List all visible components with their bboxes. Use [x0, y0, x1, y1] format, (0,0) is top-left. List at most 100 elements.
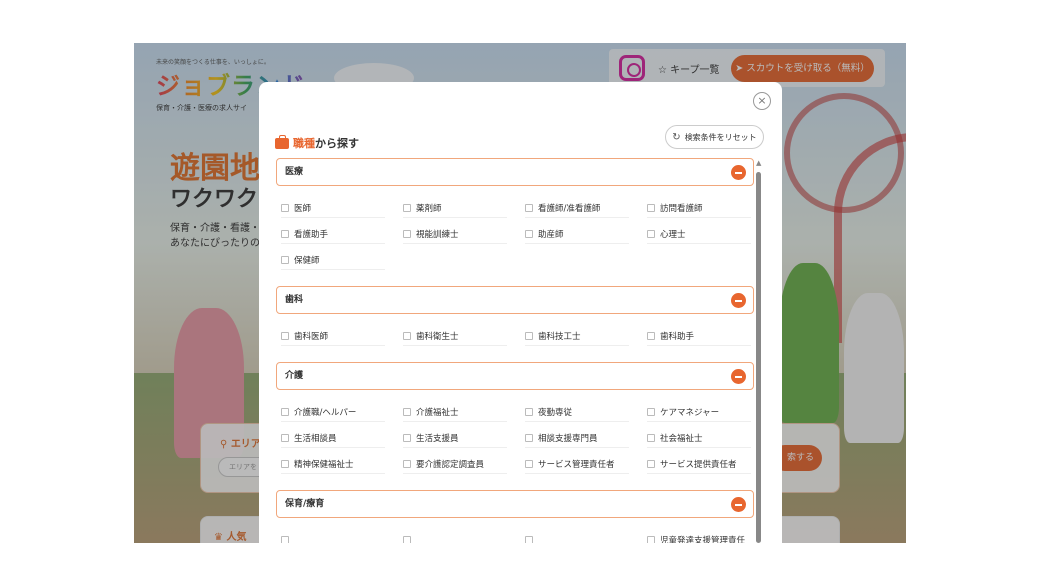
job-option-label: 介護職/ヘルパー	[294, 407, 357, 418]
checkbox[interactable]	[525, 535, 533, 543]
reset-button[interactable]: ↻ 検索条件をリセット	[665, 125, 764, 149]
modal-title: 職種から探す	[275, 134, 359, 151]
job-option-label: 夜勤専従	[538, 407, 573, 418]
job-option[interactable]: 介護福祉士	[403, 402, 507, 422]
job-option-label: サービス提供責任者	[660, 459, 737, 470]
job-option-label: 看護助手	[294, 229, 329, 240]
minus-icon[interactable]	[731, 497, 746, 512]
checkbox[interactable]	[281, 535, 289, 543]
checkbox[interactable]	[525, 459, 533, 468]
checkbox[interactable]	[525, 229, 533, 238]
section-header[interactable]: 医療	[276, 158, 754, 186]
job-option[interactable]	[525, 530, 629, 543]
checkbox[interactable]	[647, 535, 655, 543]
category-list: 医療医師 薬剤師 看護師/准看護師 訪問看護師看護助手 視能訓練士 助産師 心理士保健師歯科…	[259, 158, 782, 543]
modal-title-rest: から探す	[315, 137, 359, 150]
job-option-label: 精神保健福祉士	[294, 459, 354, 470]
job-option-label: 薬剤師	[416, 203, 442, 214]
checkbox[interactable]	[525, 407, 533, 416]
job-option[interactable]: 保健師	[281, 250, 385, 270]
section-header[interactable]: 歯科	[276, 286, 754, 314]
job-option[interactable]	[403, 530, 507, 543]
job-option-label: 社会福祉士	[660, 433, 703, 444]
checkbox[interactable]	[647, 331, 655, 340]
job-option[interactable]	[281, 530, 385, 543]
job-option-label: 医師	[294, 203, 312, 214]
checkbox[interactable]	[525, 433, 533, 442]
minus-icon[interactable]	[731, 293, 746, 308]
job-type-modal: × 職種から探す ↻ 検索条件をリセット 医療医師 薬剤師 看護師/准看護師 訪問看護…	[259, 82, 782, 543]
job-option-label: 歯科助手	[660, 331, 695, 342]
checkbox[interactable]	[647, 229, 655, 238]
checkbox[interactable]	[525, 203, 533, 212]
job-option[interactable]: 歯科助手	[647, 326, 751, 346]
job-option[interactable]: 歯科衛生士	[403, 326, 507, 346]
checkbox[interactable]	[281, 407, 289, 416]
checkbox[interactable]	[403, 203, 411, 212]
checkbox[interactable]	[647, 433, 655, 442]
checkbox[interactable]	[403, 535, 411, 543]
job-option[interactable]: 介護職/ヘルパー	[281, 402, 385, 422]
job-option[interactable]: 要介護認定調査員	[403, 454, 507, 474]
scrollbar-thumb[interactable]	[756, 172, 761, 543]
checkbox[interactable]	[403, 331, 411, 340]
checkbox[interactable]	[403, 433, 411, 442]
close-icon[interactable]: ×	[753, 92, 771, 110]
reset-button-label: 検索条件をリセット	[684, 132, 757, 142]
job-option[interactable]: 助産師	[525, 224, 629, 244]
checkbox[interactable]	[647, 407, 655, 416]
job-option[interactable]: 心理士	[647, 224, 751, 244]
job-option-label: ケアマネジャー	[660, 407, 720, 418]
job-option[interactable]: 社会福祉士	[647, 428, 751, 448]
checkbox[interactable]	[403, 459, 411, 468]
section-header[interactable]: 保育/療育	[276, 490, 754, 518]
job-option[interactable]: サービス管理責任者	[525, 454, 629, 474]
section-label: 保育/療育	[285, 499, 325, 509]
job-option[interactable]: 薬剤師	[403, 198, 507, 218]
job-option[interactable]: 夜勤専従	[525, 402, 629, 422]
section-header[interactable]: 介護	[276, 362, 754, 390]
job-option[interactable]: 生活支援員	[403, 428, 507, 448]
job-option[interactable]: サービス提供責任者	[647, 454, 751, 474]
checkbox[interactable]	[525, 331, 533, 340]
modal-title-accent: 職種	[293, 137, 315, 150]
job-option-label: 歯科技工士	[538, 331, 581, 342]
job-option-label: 要介護認定調査員	[416, 459, 485, 470]
checkbox[interactable]	[647, 203, 655, 212]
checkbox[interactable]	[281, 255, 289, 264]
job-option-label: 視能訓練士	[416, 229, 459, 240]
job-option-label: 助産師	[538, 229, 564, 240]
job-option[interactable]: 看護助手	[281, 224, 385, 244]
briefcase-icon	[275, 134, 289, 149]
job-option[interactable]: 視能訓練士	[403, 224, 507, 244]
job-option[interactable]: 医師	[281, 198, 385, 218]
job-option[interactable]: ケアマネジャー	[647, 402, 751, 422]
job-option-label: サービス管理責任者	[538, 459, 615, 470]
job-option[interactable]: 歯科医師	[281, 326, 385, 346]
minus-icon[interactable]	[731, 369, 746, 384]
checkbox[interactable]	[403, 229, 411, 238]
scroll-up-icon[interactable]: ▲	[756, 160, 761, 167]
job-option[interactable]: 訪問看護師	[647, 198, 751, 218]
job-option[interactable]: 看護師/准看護師	[525, 198, 629, 218]
job-option[interactable]: 児童発達支援管理責任	[647, 530, 751, 543]
checkbox[interactable]	[281, 203, 289, 212]
checkbox[interactable]	[281, 331, 289, 340]
checkbox[interactable]	[281, 433, 289, 442]
job-option-label: 歯科医師	[294, 331, 329, 342]
job-option[interactable]: 生活相談員	[281, 428, 385, 448]
job-option[interactable]: 歯科技工士	[525, 326, 629, 346]
checkbox[interactable]	[281, 459, 289, 468]
job-option-label: 相談支援専門員	[538, 433, 598, 444]
checkbox[interactable]	[281, 229, 289, 238]
job-option-label: 介護福祉士	[416, 407, 459, 418]
job-option-label: 保健師	[294, 255, 320, 266]
job-option[interactable]: 精神保健福祉士	[281, 454, 385, 474]
checkbox[interactable]	[403, 407, 411, 416]
job-option-label: 訪問看護師	[660, 203, 703, 214]
minus-icon[interactable]	[731, 165, 746, 180]
checkbox[interactable]	[647, 459, 655, 468]
section-label: 医療	[285, 167, 304, 177]
section-label: 歯科	[285, 295, 304, 305]
job-option[interactable]: 相談支援専門員	[525, 428, 629, 448]
